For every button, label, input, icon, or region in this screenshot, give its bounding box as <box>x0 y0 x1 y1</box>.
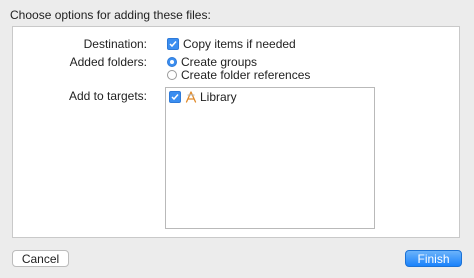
add-to-targets-label: Add to targets: <box>68 89 147 103</box>
finish-button[interactable]: Finish <box>405 250 462 267</box>
copy-items-checkbox-row[interactable]: Copy items if needed <box>167 37 296 51</box>
target-library-checkbox[interactable] <box>169 91 181 103</box>
target-item-library[interactable]: Library <box>169 90 237 104</box>
create-folder-references-radio-row[interactable]: Create folder references <box>167 68 310 82</box>
added-folders-label: Added folders: <box>69 55 147 69</box>
app-target-icon <box>185 91 197 103</box>
create-folder-references-radio[interactable] <box>167 70 177 80</box>
create-groups-label: Create groups <box>181 55 258 69</box>
create-groups-radio[interactable] <box>167 57 177 67</box>
copy-items-label: Copy items if needed <box>183 37 296 51</box>
copy-items-checkbox[interactable] <box>167 38 179 50</box>
cancel-button[interactable]: Cancel <box>12 250 69 267</box>
dialog-header: Choose options for adding these files: <box>10 8 211 22</box>
target-library-label: Library <box>200 90 237 104</box>
create-folder-references-label: Create folder references <box>181 68 311 82</box>
targets-list[interactable]: Library <box>165 87 375 229</box>
options-panel: Destination: Copy items if needed Added … <box>12 26 460 238</box>
checkmark-icon <box>171 94 179 101</box>
checkmark-icon <box>169 41 177 48</box>
create-groups-radio-row[interactable]: Create groups <box>167 55 257 69</box>
destination-label: Destination: <box>83 37 147 51</box>
